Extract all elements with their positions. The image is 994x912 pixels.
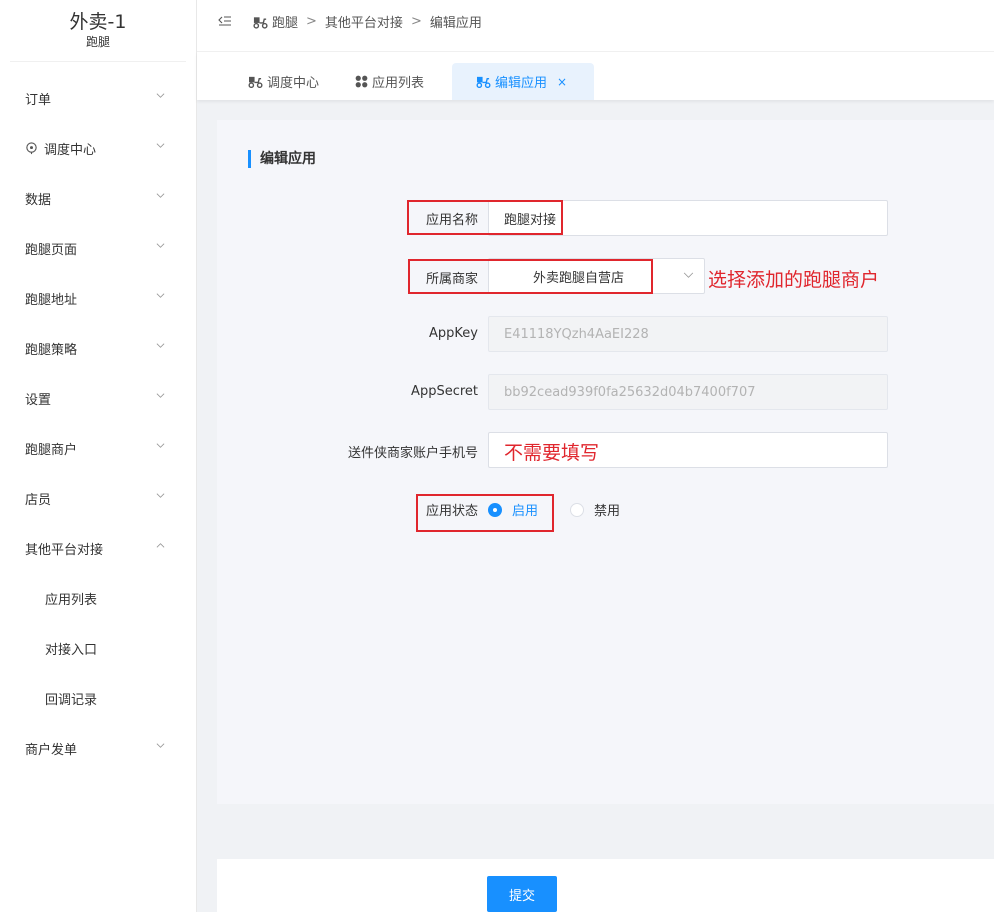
breadcrumb-item: 编辑应用 — [429, 16, 482, 31]
chevron-down-icon — [156, 143, 165, 148]
appkey-input: E41118YQzh4AaEI228 — [488, 316, 888, 352]
form-footer: 提交 — [217, 859, 994, 912]
brand-title: 外卖-1 — [69, 11, 127, 33]
status-radio-disabled[interactable]: 禁用 — [570, 500, 620, 519]
tab-label: 编辑应用 — [495, 76, 548, 91]
breadcrumb-item[interactable]: 其他平台对接 — [325, 12, 403, 31]
close-icon[interactable]: × — [557, 75, 567, 89]
submit-button[interactable]: 提交 — [487, 876, 557, 912]
annotation-box-merchant — [408, 259, 653, 294]
sidebar-item-label: 商户发单 — [25, 742, 78, 758]
motorbike-icon — [248, 76, 263, 88]
sidebar-subitem-integration-entry[interactable]: 对接入口 — [0, 623, 196, 673]
sidebar-item-label: 数据 — [25, 192, 52, 208]
sidebar-item-label: 其他平台对接 — [25, 542, 104, 558]
appsecret-label: AppSecret — [411, 384, 478, 399]
chevron-down-icon — [156, 93, 165, 98]
sidebar-item-other-platforms[interactable]: 其他平台对接 — [0, 523, 196, 573]
sidebar-subitem-callback-log[interactable]: 回调记录 — [0, 673, 196, 723]
breadcrumb-item[interactable]: 跑腿 — [272, 12, 298, 31]
chevron-down-icon — [156, 393, 165, 398]
chevron-down-icon — [156, 193, 165, 198]
annotation-merchant-hint: 选择添加的跑腿商户 — [708, 269, 880, 291]
sidebar-item-errand-pages[interactable]: 跑腿页面 — [0, 223, 196, 273]
sidebar-item-label: 跑腿页面 — [25, 242, 78, 258]
sidebar-item-label: 跑腿地址 — [25, 292, 78, 308]
breadcrumb: 跑腿 > 其他平台对接 > 编辑应用 — [253, 12, 482, 31]
appsecret-input: bb92cead939f0fa25632d04b7400f707 — [488, 374, 888, 410]
tab-bar: 调度中心 应用列表 编辑应用 × — [197, 52, 994, 100]
sidebar-item-settings[interactable]: 设置 — [0, 373, 196, 423]
breadcrumb-separator: > — [306, 14, 317, 29]
sidebar-item-label: 调度中心 — [44, 142, 97, 158]
tab-dispatch-center[interactable]: 调度中心 — [248, 63, 319, 100]
chevron-down-icon — [156, 243, 165, 248]
phone-label: 送件侠商家账户手机号 — [347, 446, 478, 461]
brand: 外卖-1 跑腿 — [10, 0, 186, 62]
collapse-menu-icon[interactable] — [218, 14, 232, 28]
sidebar-item-label: 订单 — [25, 92, 52, 108]
section-title: 编辑应用 — [248, 150, 316, 168]
appkey-label: AppKey — [429, 326, 478, 341]
tab-app-list[interactable]: 应用列表 — [355, 63, 424, 100]
sidebar-item-data[interactable]: 数据 — [0, 173, 196, 223]
sidebar-item-label: 设置 — [25, 392, 52, 408]
brand-subtitle: 跑腿 — [85, 35, 110, 49]
chevron-down-icon — [156, 493, 165, 498]
tab-edit-app[interactable]: 编辑应用 × — [452, 63, 594, 100]
motorbike-icon — [253, 16, 268, 29]
sidebar-item-staff[interactable]: 店员 — [0, 473, 196, 523]
annotation-box-app-name — [407, 200, 563, 235]
sidebar-item-errand-merchants[interactable]: 跑腿商户 — [0, 423, 196, 473]
sidebar-item-merchant-dispatch[interactable]: 商户发单 — [0, 723, 196, 773]
chevron-up-icon — [156, 543, 165, 548]
breadcrumb-separator: > — [410, 14, 422, 29]
location-icon — [26, 141, 37, 154]
chevron-down-icon — [156, 293, 165, 298]
sidebar-item-errand-address[interactable]: 跑腿地址 — [0, 273, 196, 323]
sidebar-item-orders[interactable]: 订单 — [0, 73, 196, 123]
top-header: 跑腿 > 其他平台对接 > 编辑应用 — [197, 0, 994, 52]
sidebar-item-errand-strategy[interactable]: 跑腿策略 — [0, 323, 196, 373]
sidebar-item-label: 跑腿商户 — [25, 442, 78, 458]
motorbike-icon — [476, 76, 491, 88]
radio-dot — [570, 502, 584, 517]
annotation-box-status — [416, 494, 554, 532]
chevron-down-icon — [156, 343, 165, 348]
sidebar: 外卖-1 跑腿 订单 调度中心 数据 跑腿页面 跑腿地址 跑腿策略 设置 跑腿商… — [0, 0, 197, 912]
chevron-down-icon — [156, 443, 165, 448]
sidebar-menu: 订单 调度中心 数据 跑腿页面 跑腿地址 跑腿策略 设置 跑腿商户 店员 其他平… — [0, 73, 196, 773]
edit-app-panel: 编辑应用 应用名称 跑腿对接 所属商家 外卖跑腿自营店 选择添加的跑腿商户 Ap… — [217, 120, 994, 804]
radio-label: 禁用 — [594, 504, 621, 519]
tab-label: 应用列表 — [372, 76, 425, 91]
tab-label: 调度中心 — [267, 76, 320, 91]
sidebar-subitem-app-list[interactable]: 应用列表 — [0, 573, 196, 623]
chevron-down-icon — [156, 743, 165, 748]
annotation-phone-hint: 不需要填写 — [504, 442, 600, 464]
sidebar-item-label: 店员 — [25, 492, 52, 508]
grid-icon — [355, 75, 368, 88]
sidebar-item-dispatch[interactable]: 调度中心 — [0, 123, 196, 173]
chevron-down-icon — [683, 272, 694, 278]
sidebar-item-label: 跑腿策略 — [25, 342, 78, 358]
